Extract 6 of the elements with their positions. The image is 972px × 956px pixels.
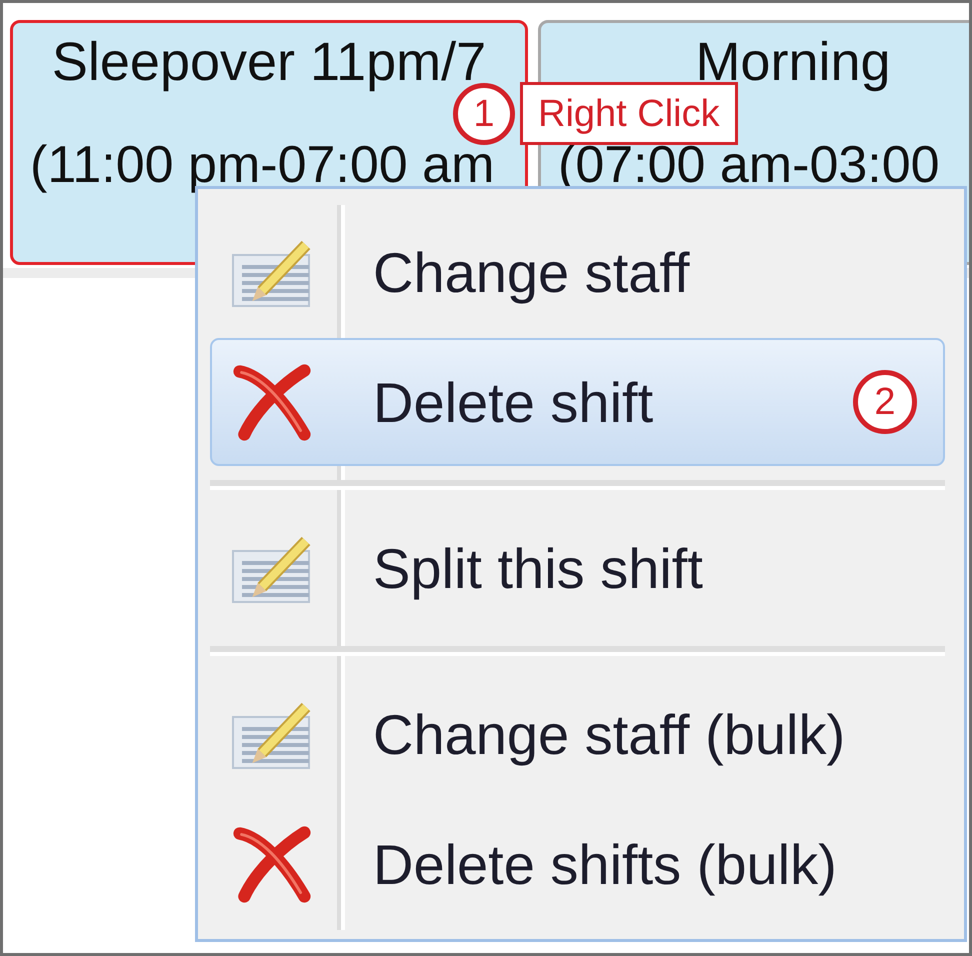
callout-label: Right Click xyxy=(520,82,738,145)
menu-item[interactable]: Delete shift 2 xyxy=(210,338,945,466)
menu-item[interactable]: Delete shifts (bulk) xyxy=(210,800,945,928)
menu-item[interactable]: Change staff (bulk) xyxy=(210,670,945,798)
menu-item[interactable]: Split this shift xyxy=(210,504,945,632)
step-number: 2 xyxy=(853,370,917,434)
